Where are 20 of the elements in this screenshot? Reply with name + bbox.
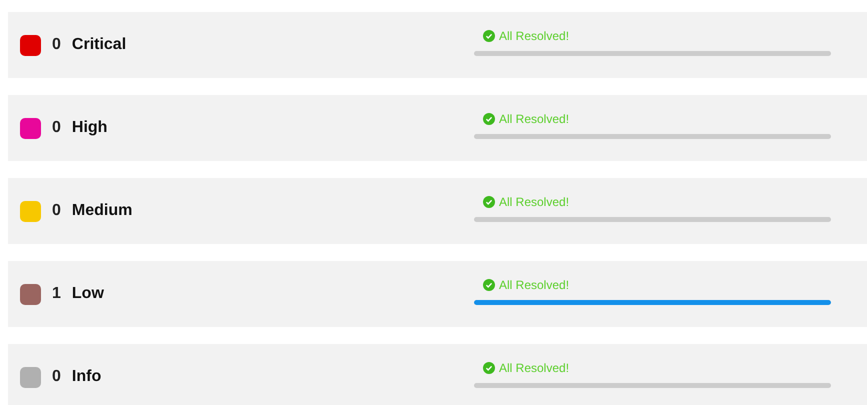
issue-count: 1 bbox=[52, 285, 61, 303]
severity-label: Info bbox=[72, 368, 102, 386]
check-circle-icon bbox=[483, 279, 495, 291]
severity-label: Low bbox=[72, 285, 104, 303]
severity-label: High bbox=[72, 119, 108, 137]
status-text: All Resolved! bbox=[499, 278, 570, 292]
issue-count: 0 bbox=[52, 119, 61, 137]
issue-count: 0 bbox=[52, 202, 61, 220]
check-circle-icon bbox=[483, 113, 495, 125]
issue-count: 0 bbox=[52, 368, 61, 386]
check-circle-icon bbox=[483, 362, 495, 374]
check-circle-icon bbox=[483, 30, 495, 42]
check-circle-icon bbox=[483, 196, 495, 208]
status-text: All Resolved! bbox=[499, 361, 570, 375]
issue-count: 0 bbox=[52, 36, 61, 54]
status-text: All Resolved! bbox=[499, 112, 570, 126]
status-text: All Resolved! bbox=[499, 29, 570, 43]
status-text: All Resolved! bbox=[499, 195, 570, 209]
severity-label: Medium bbox=[72, 202, 132, 220]
severity-label: Critical bbox=[72, 36, 126, 54]
